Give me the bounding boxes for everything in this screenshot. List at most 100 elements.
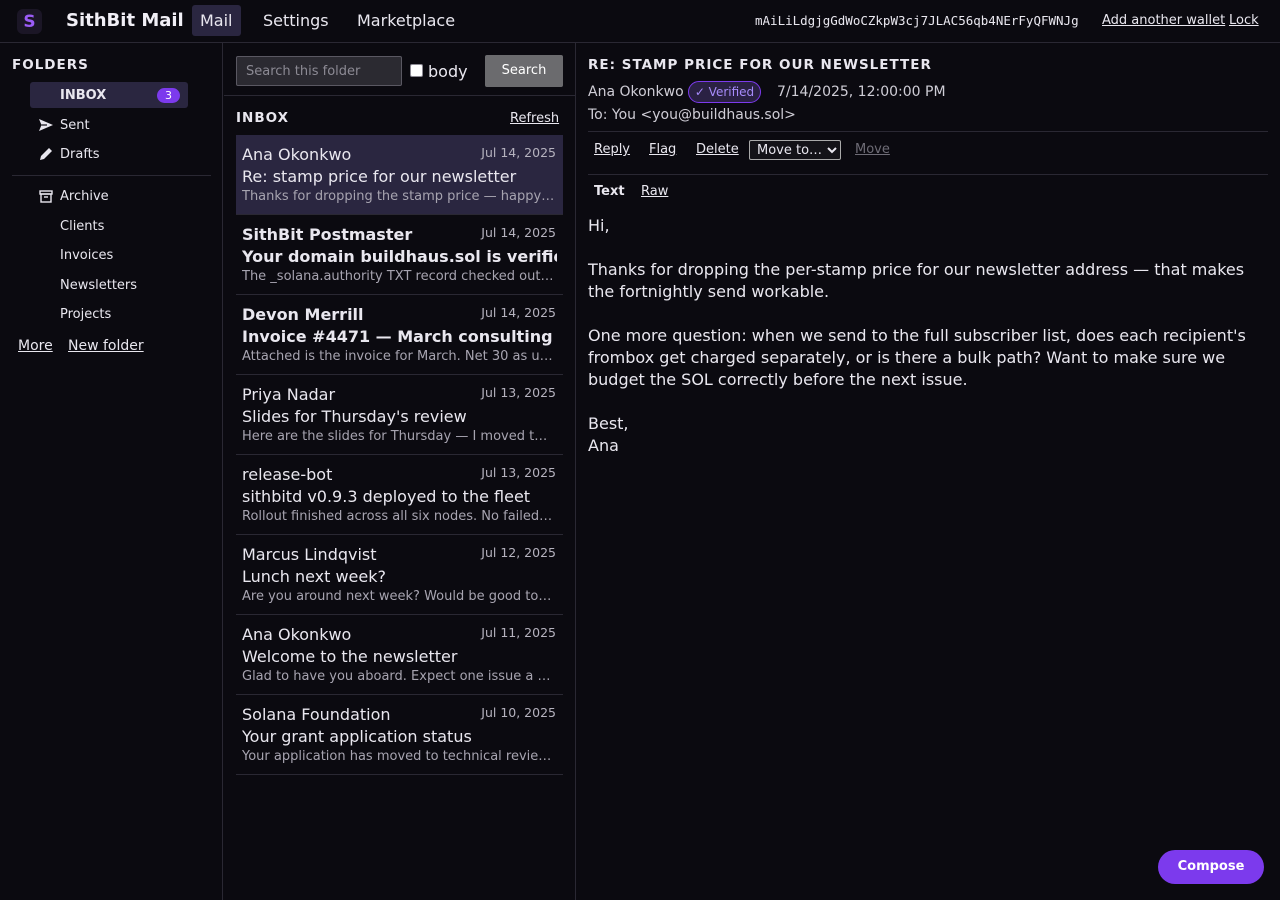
search-body-label: body xyxy=(428,62,468,81)
message-subject: Welcome to the newsletter xyxy=(242,647,458,666)
message-list-pane: body Search INBOX Refresh Ana Okonkwo Ju… xyxy=(224,43,576,900)
top-bar: S SithBit Mail Mail Settings Marketplace… xyxy=(0,0,1280,43)
body-signoff: Best, xyxy=(588,414,629,433)
search-button[interactable]: Search xyxy=(485,55,563,87)
folder-label: Drafts xyxy=(60,146,100,162)
folder-archive[interactable]: Archive xyxy=(30,183,188,209)
message-preview: Your application has moved to technical … xyxy=(242,749,555,764)
message-subject: Your grant application status xyxy=(242,727,472,746)
header-divider xyxy=(588,131,1268,132)
body-paragraph: One more question: when we send to the f… xyxy=(588,326,1246,389)
folder-inbox[interactable]: INBOX 3 xyxy=(30,82,188,108)
message-date: Jul 14, 2025 xyxy=(481,225,556,240)
message-date: Jul 12, 2025 xyxy=(481,545,556,560)
add-wallet-link[interactable]: Add another wallet xyxy=(1102,13,1225,28)
reply-button[interactable]: Reply xyxy=(594,142,630,157)
message-date: Jul 11, 2025 xyxy=(481,625,556,640)
message-preview: Rollout finished across all six nodes. N… xyxy=(242,509,555,524)
message-date: Jul 13, 2025 xyxy=(481,385,556,400)
message-subject: Your domain buildhaus.sol is verified xyxy=(242,247,557,266)
message-row[interactable]: SithBit Postmaster Jul 14, 2025 Your dom… xyxy=(236,215,563,295)
send-icon xyxy=(39,119,53,131)
message-date: Jul 13, 2025 xyxy=(481,465,556,480)
new-folder-link[interactable]: New folder xyxy=(68,338,144,354)
search-input[interactable] xyxy=(236,56,402,86)
body-signature: Ana xyxy=(588,436,619,455)
move-button[interactable]: Move xyxy=(855,142,890,157)
search-body-checkbox[interactable] xyxy=(410,64,423,77)
message-preview: Are you around next week? Would be good … xyxy=(242,589,555,604)
message-body: Hi, Thanks for dropping the per-stamp pr… xyxy=(588,215,1272,457)
folder-label: Invoices xyxy=(60,247,114,263)
message-sender: Marcus Lindqvist xyxy=(242,545,377,564)
folder-label: Clients xyxy=(60,218,105,234)
message-preview: Thanks for dropping the stamp price — ha… xyxy=(242,189,555,204)
tab-raw-view[interactable]: Raw xyxy=(641,184,668,199)
message-subject-heading: RE: STAMP PRICE FOR OUR NEWSLETTER xyxy=(588,57,932,73)
message-sender: Ana Okonkwo xyxy=(242,625,352,644)
folder-title: INBOX xyxy=(236,110,290,126)
message-subject: sithbitd v0.9.3 deployed to the fleet xyxy=(242,487,531,506)
message-preview: Here are the slides for Thursday — I mov… xyxy=(242,429,555,444)
message-sender: Devon Merrill xyxy=(242,305,364,324)
sidebar: FOLDERS INBOX 3 Sent Drafts Archive Clie… xyxy=(0,43,223,900)
message-subject: Lunch next week? xyxy=(242,567,386,586)
body-paragraph: Thanks for dropping the per-stamp price … xyxy=(588,260,1245,301)
logo: S xyxy=(17,9,42,34)
message-sender: Priya Nadar xyxy=(242,385,336,404)
tab-text-view[interactable]: Text xyxy=(594,184,625,199)
folder-projects[interactable]: Projects xyxy=(30,301,188,327)
folder-label: Sent xyxy=(60,117,90,133)
message-row[interactable]: Marcus Lindqvist Jul 12, 2025 Lunch next… xyxy=(236,535,563,615)
archive-icon xyxy=(39,190,53,203)
app-title: SithBit Mail xyxy=(66,10,184,31)
logo-letter: S xyxy=(23,11,36,32)
tab-marketplace[interactable]: Marketplace xyxy=(349,5,463,36)
refresh-link[interactable]: Refresh xyxy=(510,111,559,126)
pencil-icon xyxy=(40,148,52,160)
message-preview: The _solana.authority TXT record checked… xyxy=(242,269,555,284)
message-date: Jul 10, 2025 xyxy=(481,705,556,720)
lock-link[interactable]: Lock xyxy=(1229,13,1259,28)
flag-button[interactable]: Flag xyxy=(649,142,676,157)
move-to-select[interactable]: Move to… xyxy=(749,140,841,160)
message-row[interactable]: Ana Okonkwo Jul 14, 2025 Re: stamp price… xyxy=(236,135,563,215)
message-row[interactable]: Solana Foundation Jul 10, 2025 Your gran… xyxy=(236,695,563,775)
message-row[interactable]: Priya Nadar Jul 13, 2025 Slides for Thur… xyxy=(236,375,563,455)
verified-badge: ✓ Verified xyxy=(688,81,761,103)
recipient-line: To: You <you@buildhaus.sol> xyxy=(588,107,796,123)
sidebar-divider xyxy=(12,175,211,176)
wallet-address: mAiLiLdgjgGdWoCZkpW3cj7JLAC56qb4NErFyQFW… xyxy=(755,13,1079,28)
folder-drafts[interactable]: Drafts xyxy=(30,141,188,167)
message-sender: Ana Okonkwo xyxy=(242,145,352,164)
folders-heading: FOLDERS xyxy=(12,57,89,73)
folder-label: Archive xyxy=(60,188,109,204)
folder-label: Newsletters xyxy=(60,277,138,293)
message-row[interactable]: release-bot Jul 13, 2025 sithbitd v0.9.3… xyxy=(236,455,563,535)
folder-clients[interactable]: Clients xyxy=(30,213,188,239)
message-row[interactable]: Devon Merrill Jul 14, 2025 Invoice #4471… xyxy=(236,295,563,375)
message-subject: Invoice #4471 — March consulting xyxy=(242,327,553,346)
message-date: Jul 14, 2025 xyxy=(481,145,556,160)
message-sender: SithBit Postmaster xyxy=(242,225,413,244)
delete-button[interactable]: Delete xyxy=(696,142,739,157)
message-preview: Attached is the invoice for March. Net 3… xyxy=(242,349,555,364)
folder-sent[interactable]: Sent xyxy=(30,112,188,138)
message-preview: Glad to have you aboard. Expect one issu… xyxy=(242,669,555,684)
message-subject: Slides for Thursday's review xyxy=(242,407,467,426)
tab-mail[interactable]: Mail xyxy=(192,5,241,36)
tab-settings[interactable]: Settings xyxy=(255,5,337,36)
actions-divider xyxy=(588,174,1268,175)
message-sender: release-bot xyxy=(242,465,333,484)
folder-newsletters[interactable]: Newsletters xyxy=(30,272,188,298)
message-row[interactable]: Ana Okonkwo Jul 11, 2025 Welcome to the … xyxy=(236,615,563,695)
message-subject: Re: stamp price for our newsletter xyxy=(242,167,517,186)
more-folders-link[interactable]: More xyxy=(18,338,53,354)
compose-button[interactable]: Compose xyxy=(1158,850,1264,884)
folder-invoices[interactable]: Invoices xyxy=(30,242,188,268)
message-sender: Solana Foundation xyxy=(242,705,391,724)
message-timestamp: 7/14/2025, 12:00:00 PM xyxy=(777,84,946,100)
reading-pane: RE: STAMP PRICE FOR OUR NEWSLETTER Ana O… xyxy=(576,43,1280,900)
unread-count-badge: 3 xyxy=(157,88,180,103)
body-greeting: Hi, xyxy=(588,216,610,235)
